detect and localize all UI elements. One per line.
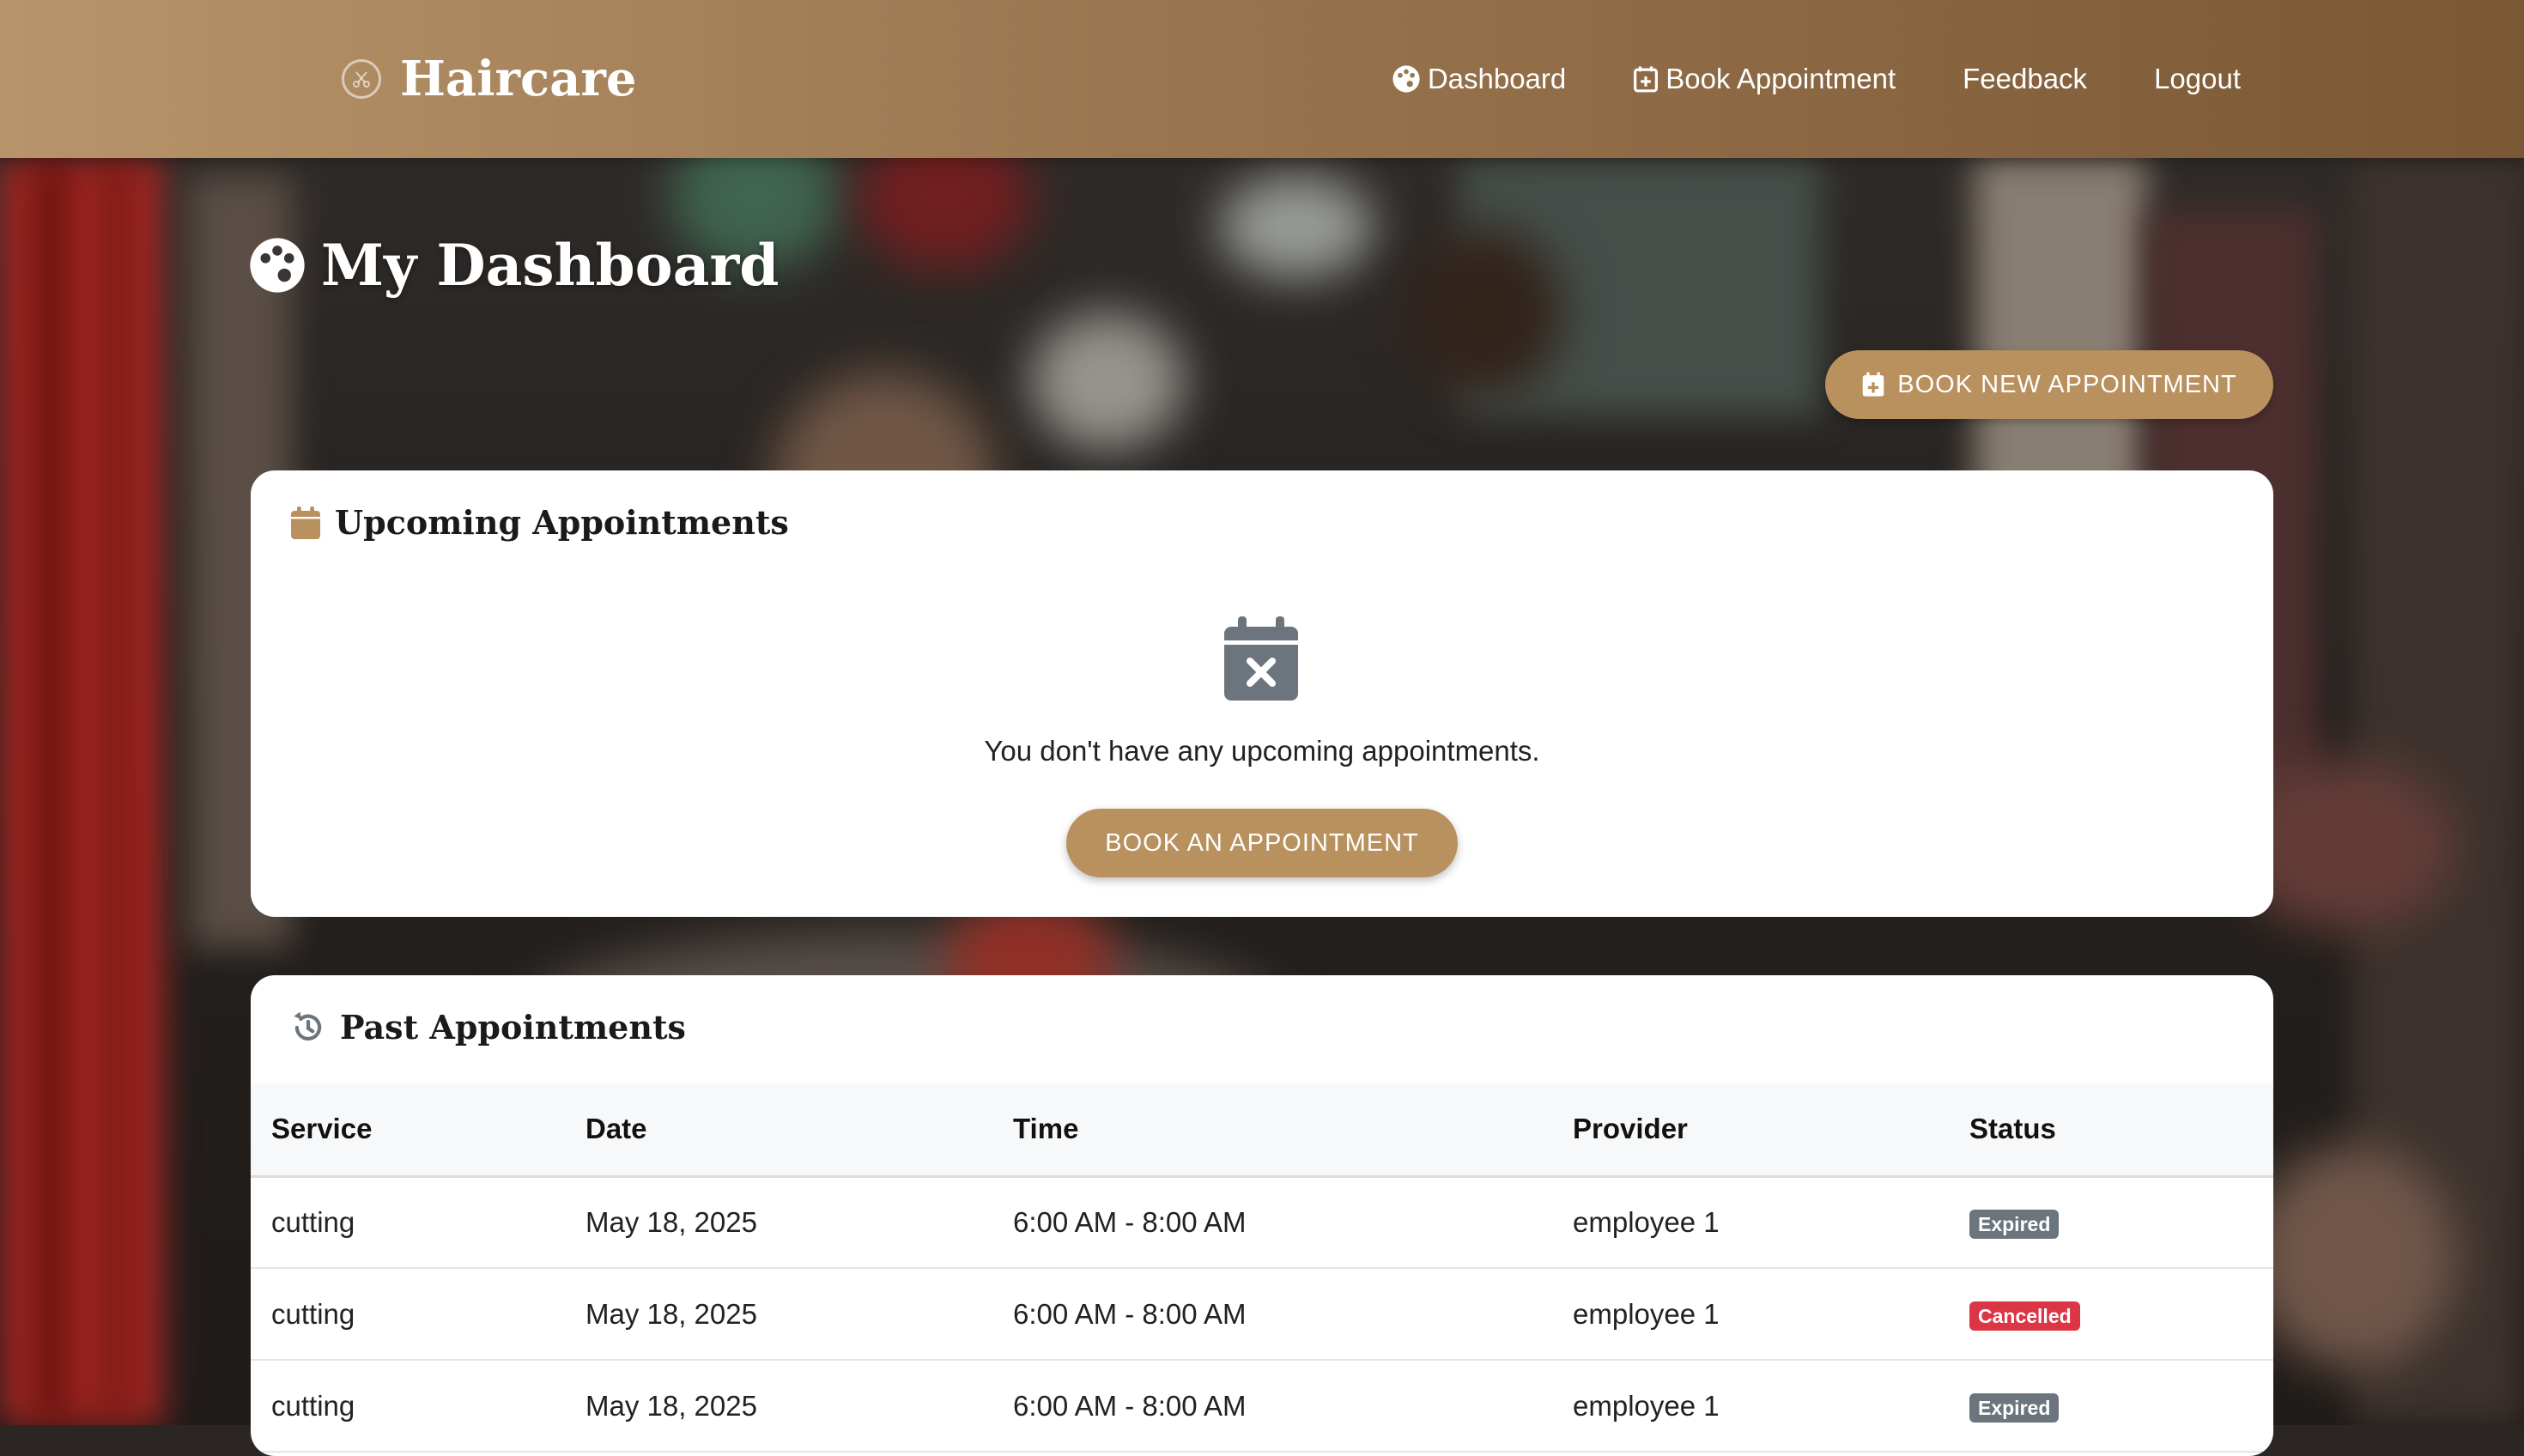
nav-logout[interactable]: Logout — [2154, 63, 2241, 95]
cell-date: May 18, 2025 — [585, 1297, 757, 1330]
nav-book-appointment[interactable]: Book Appointment — [1633, 63, 1896, 95]
brand[interactable]: Haircare — [342, 45, 637, 113]
nav-book-appointment-label: Book Appointment — [1665, 63, 1896, 94]
nav-dashboard[interactable]: Dashboard — [1392, 63, 1566, 95]
table-row: cutting May 18, 2025 6:00 AM - 8:00 AM e… — [251, 1360, 2273, 1452]
book-an-appointment-button[interactable]: BOOK AN APPOINTMENT — [1066, 809, 1458, 877]
column-header-status: Status — [1969, 1113, 2056, 1145]
status-badge: Cancelled — [1969, 1301, 2080, 1331]
cell-time: 6:00 AM - 8:00 AM — [1013, 1205, 1247, 1238]
main-nav: Dashboard Book Appointment Feedback Logo… — [1325, 0, 2241, 158]
cell-service: cutting — [271, 1205, 355, 1238]
calendar-plus-icon — [1634, 66, 1659, 93]
table-row: cutting May 18, 2025 6:00 AM - 8:00 AM e… — [251, 1176, 2273, 1268]
column-header-service: Service — [271, 1113, 373, 1145]
nav-logout-label: Logout — [2154, 63, 2241, 94]
nav-feedback[interactable]: Feedback — [1963, 63, 2087, 95]
past-appointments-card: Past Appointments Service Date Time Prov… — [251, 975, 2273, 1456]
cell-time: 6:00 AM - 8:00 AM — [1013, 1389, 1247, 1422]
past-appointments-table: Service Date Time Provider Status cuttin… — [251, 1083, 2273, 1453]
book-new-appointment-label: BOOK NEW APPOINTMENT — [1897, 370, 2237, 398]
cell-provider: employee 1 — [1573, 1205, 1720, 1238]
cell-provider: employee 1 — [1573, 1389, 1720, 1422]
cell-provider: employee 1 — [1573, 1297, 1720, 1330]
cell-time: 6:00 AM - 8:00 AM — [1013, 1297, 1247, 1330]
brand-name: Haircare — [400, 51, 637, 107]
cell-status: Expired — [1969, 1360, 2273, 1452]
column-header-date: Date — [585, 1113, 647, 1145]
scissors-icon — [342, 59, 381, 99]
status-badge: Expired — [1969, 1210, 2060, 1240]
table-row: cutting May 18, 2025 6:00 AM - 8:00 AM e… — [251, 1268, 2273, 1360]
past-card-title: Past Appointments — [290, 1008, 686, 1046]
past-card-title-text: Past Appointments — [340, 1008, 686, 1046]
calendar-plus-icon — [1863, 372, 1884, 397]
cell-service: cutting — [271, 1389, 355, 1422]
upcoming-card-title: Upcoming Appointments — [290, 503, 789, 542]
palette-icon — [1392, 65, 1420, 93]
cell-status: Expired — [1969, 1176, 2273, 1268]
cell-date: May 18, 2025 — [585, 1389, 757, 1422]
calendar-icon — [291, 506, 320, 539]
page-title-text: My Dashboard — [321, 232, 780, 299]
empty-state-text: You don't have any upcoming appointments… — [984, 735, 1540, 767]
top-navbar: Haircare Dashboard Book Appointment Feed… — [0, 0, 2524, 158]
page-title: My Dashboard — [249, 232, 779, 299]
table-header-row: Service Date Time Provider Status — [251, 1083, 2273, 1176]
upcoming-card-title-text: Upcoming Appointments — [335, 503, 789, 542]
calendar-x-icon — [1224, 616, 1298, 701]
cell-date: May 18, 2025 — [585, 1205, 757, 1238]
nav-dashboard-label: Dashboard — [1427, 63, 1567, 94]
palette-icon — [250, 238, 305, 293]
cell-service: cutting — [271, 1297, 355, 1330]
book-new-appointment-button[interactable]: BOOK NEW APPOINTMENT — [1825, 350, 2273, 419]
nav-feedback-label: Feedback — [1963, 63, 2088, 94]
status-badge: Expired — [1969, 1393, 2060, 1423]
history-icon — [294, 1011, 322, 1040]
cell-status: Cancelled — [1969, 1268, 2273, 1360]
column-header-provider: Provider — [1573, 1113, 1688, 1145]
column-header-time: Time — [1013, 1113, 1079, 1145]
upcoming-appointments-card: Upcoming Appointments You don't have any… — [251, 470, 2273, 917]
